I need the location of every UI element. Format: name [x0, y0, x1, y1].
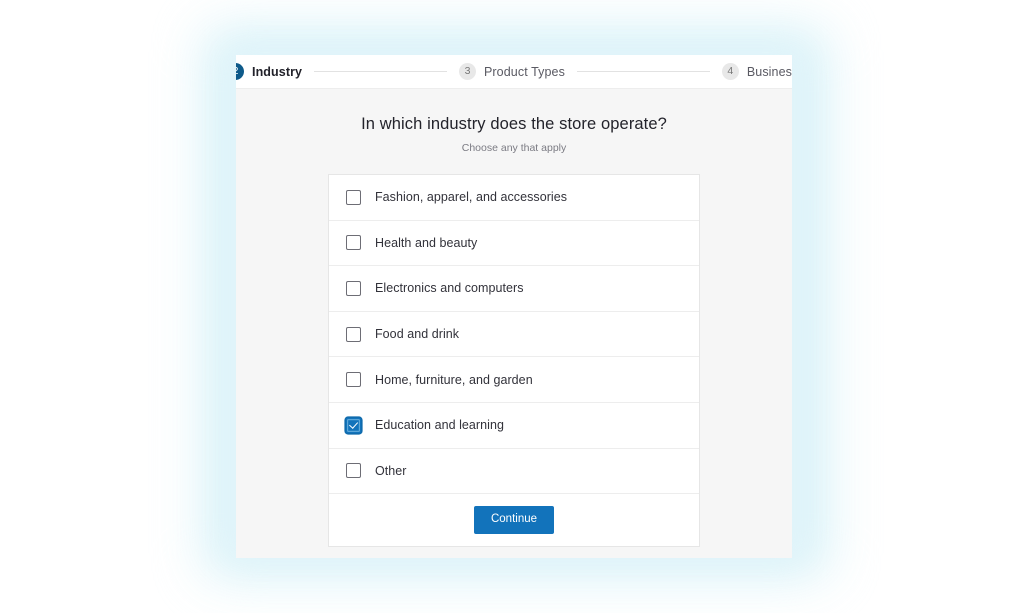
- list-item-label: Education and learning: [375, 418, 504, 433]
- list-item[interactable]: Electronics and computers: [329, 266, 699, 312]
- stepper-step-industry[interactable]: 2 Industry: [236, 63, 302, 80]
- stepper-badge-product-types: 3: [458, 63, 476, 80]
- list-item[interactable]: Education and learning: [329, 403, 699, 449]
- checkbox-checked-icon[interactable]: [346, 417, 361, 433]
- stepper-label-product-types: Product Types: [483, 64, 565, 79]
- stepper-connector-2: [576, 71, 710, 72]
- stepper-badge-industry: 2: [236, 63, 244, 80]
- checkbox-icon[interactable]: [346, 280, 361, 296]
- checkbox-icon[interactable]: [346, 189, 361, 205]
- industry-options-card: Fashion, apparel, and accessories Health…: [328, 174, 700, 548]
- continue-button[interactable]: Continue: [473, 506, 555, 534]
- stepper-label-business: Busines: [746, 64, 792, 79]
- list-item-label: Home, furniture, and garden: [375, 372, 533, 387]
- list-item-label: Other: [375, 463, 407, 478]
- list-item-label: Electronics and computers: [375, 281, 524, 296]
- checkbox-icon[interactable]: [346, 372, 361, 388]
- checkbox-icon[interactable]: [346, 235, 361, 251]
- list-item[interactable]: Health and beauty: [329, 221, 699, 267]
- stepper-step-product-types[interactable]: 3 Product Types: [458, 63, 565, 80]
- stepper-badge-business: 4: [721, 63, 739, 80]
- page-title: In which industry does the store operate…: [361, 115, 667, 133]
- stepper-step-business[interactable]: 4 Busines: [721, 63, 792, 80]
- list-item-label: Fashion, apparel, and accessories: [375, 190, 568, 205]
- app-window: 2 Industry 3 Product Types 4 Busines In …: [236, 55, 792, 558]
- page-subtitle: Choose any that apply: [461, 142, 567, 154]
- stepper-label-industry: Industry: [252, 64, 303, 79]
- content-area: In which industry does the store operate…: [236, 89, 792, 557]
- stepper-connector-1: [314, 71, 447, 72]
- list-item[interactable]: Fashion, apparel, and accessories: [329, 175, 699, 221]
- list-item[interactable]: Food and drink: [329, 312, 699, 358]
- checkbox-icon[interactable]: [346, 463, 361, 479]
- list-item-label: Health and beauty: [375, 235, 478, 250]
- checkbox-icon[interactable]: [346, 326, 361, 342]
- onboarding-stepper: 2 Industry 3 Product Types 4 Busines: [236, 55, 792, 89]
- list-item-label: Food and drink: [375, 327, 460, 342]
- list-item[interactable]: Other: [329, 449, 699, 495]
- list-item[interactable]: Home, furniture, and garden: [329, 357, 699, 403]
- card-footer: Continue: [329, 494, 699, 546]
